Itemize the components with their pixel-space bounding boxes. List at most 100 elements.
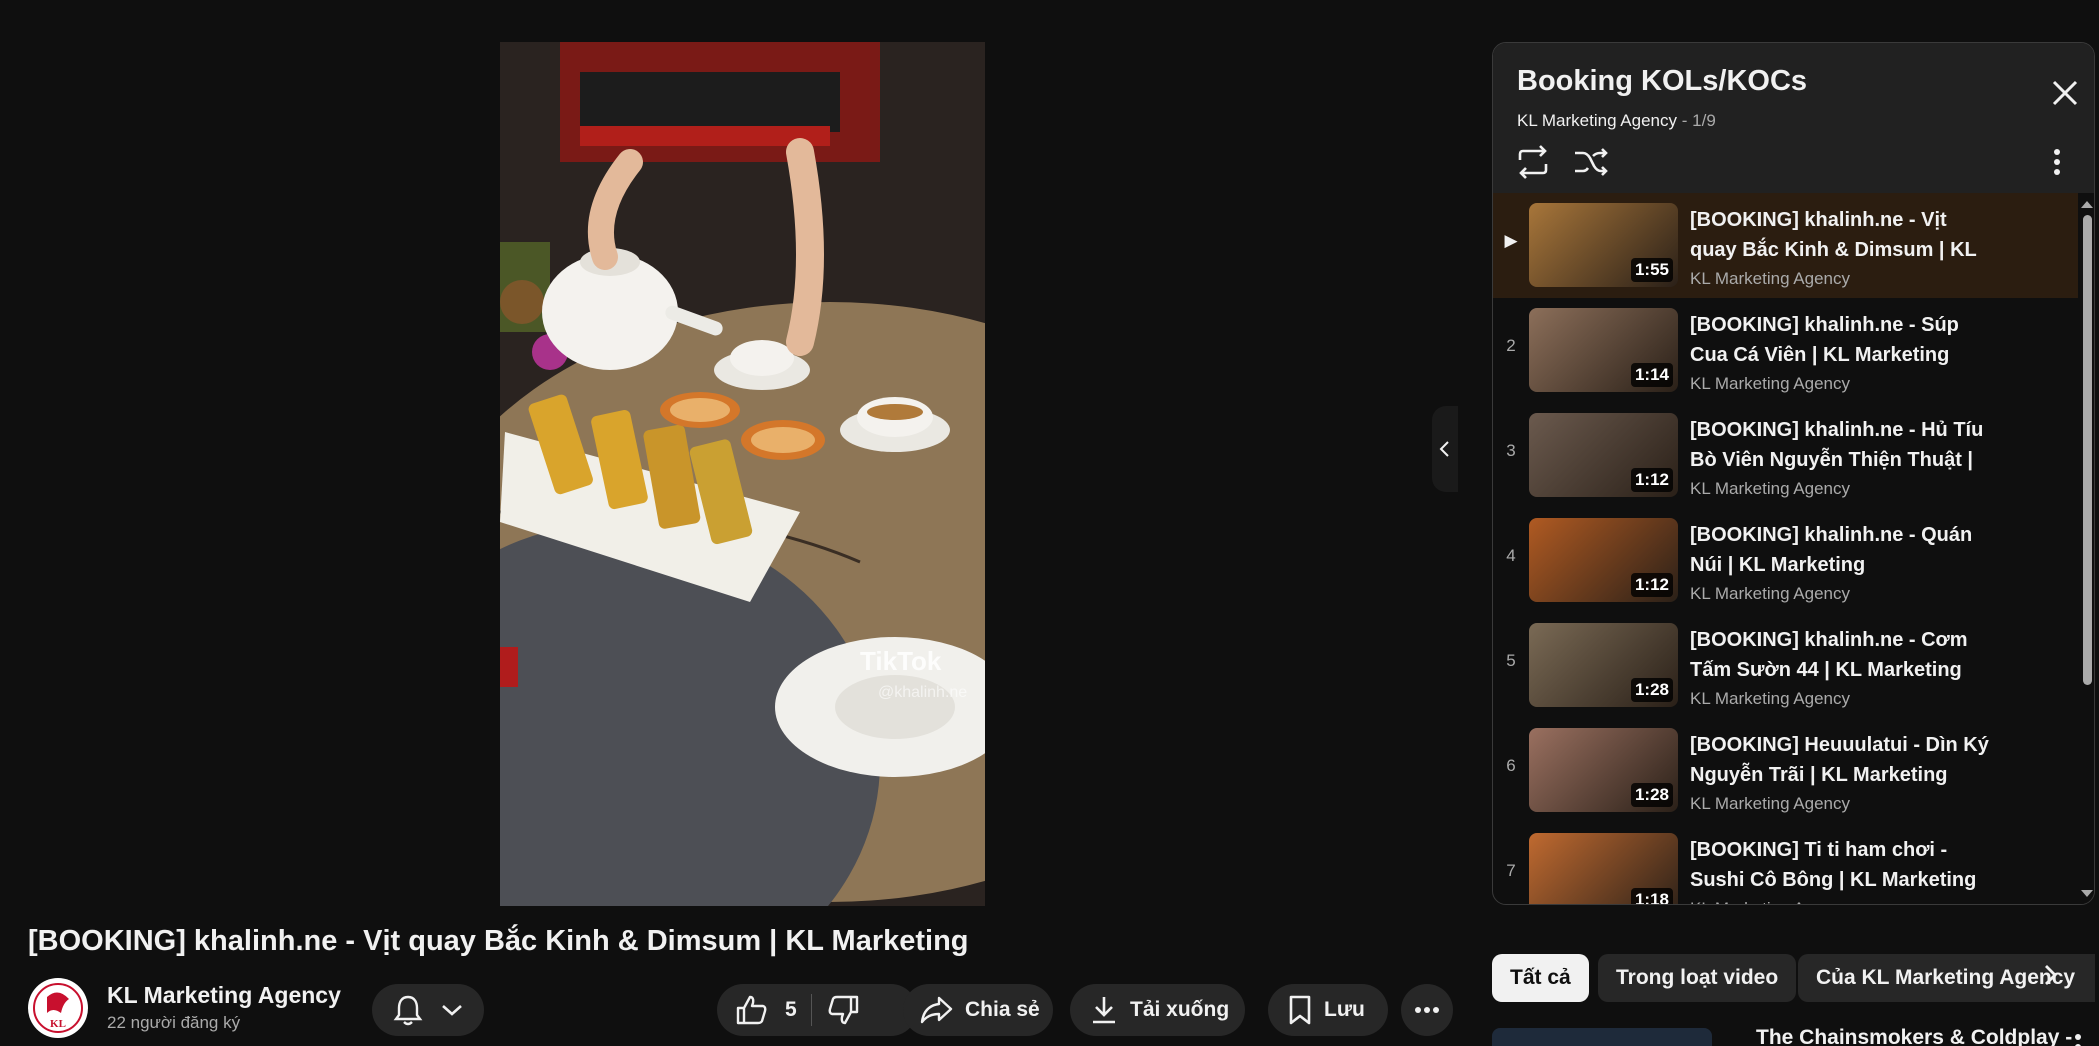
duration-badge: 1:18 (1630, 888, 1673, 904)
youtube-watch-page: TikTok @khalinh.ne [BOOKING] khalinh.ne … (0, 0, 2099, 1046)
playlist-item-title[interactable]: [BOOKING] khalinh.ne - Quán Núi | KL Mar… (1690, 520, 1990, 580)
duration-badge: 1:55 (1630, 258, 1673, 282)
playlist-position: 1/9 (1692, 111, 1716, 130)
related-video-thumbnail[interactable] (1492, 1028, 1712, 1046)
playlist-item-thumbnail[interactable]: 1:18 (1529, 833, 1678, 904)
more-horizontal-icon (1414, 1006, 1440, 1014)
download-icon (1090, 994, 1118, 1026)
bookmark-icon (1288, 994, 1312, 1026)
playlist-item[interactable]: 3 1:12 [BOOKING] khalinh.ne - Hủ Tíu Bò Vi… (1493, 403, 2078, 508)
playlist-item-title[interactable]: [BOOKING] khalinh.ne - Vịt quay Bắc Kinh… (1690, 205, 1990, 265)
playlist-item-title[interactable]: [BOOKING] khalinh.ne - Cơm Tấm Sườn 44 |… (1690, 625, 1990, 685)
channel-name[interactable]: KL Marketing Agency (107, 982, 341, 1009)
download-button[interactable]: Tải xuống (1070, 984, 1245, 1036)
playlist-item[interactable]: 5 1:28 [BOOKING] khalinh.ne - Cơm Tấm Sườn… (1493, 613, 2078, 718)
bell-icon (393, 994, 423, 1026)
playlist-item-thumbnail[interactable]: 1:28 (1529, 728, 1678, 812)
playlist-item[interactable]: 6 1:28 [BOOKING] Heuuulatui - Dìn Ký Nguyễ… (1493, 718, 2078, 823)
shuffle-button[interactable] (1573, 145, 1609, 184)
playlist-item-title[interactable]: [BOOKING] Ti ti ham chơi - Sushi Cô Bông… (1690, 835, 1990, 895)
duration-badge: 1:28 (1630, 783, 1673, 807)
like-divider (810, 994, 812, 1026)
chip-in-series[interactable]: Trong loạt video (1598, 954, 1797, 1002)
playlist-item-index: 3 (1506, 441, 1516, 460)
playlist-item-channel: KL Marketing Agency (1690, 794, 1851, 813)
playlist-header: Booking KOLs/KOCs KL Marketing Agency - … (1493, 43, 2094, 193)
playlist-item-index: 5 (1506, 651, 1516, 670)
more-vertical-icon[interactable] (2074, 1034, 2082, 1046)
playlist-item-channel: KL Marketing Agency (1690, 479, 1851, 498)
tiktok-handle: @khalinh.ne (878, 684, 968, 701)
duration-badge: 1:12 (1630, 573, 1673, 597)
video-player[interactable]: TikTok @khalinh.ne (0, 0, 1460, 910)
dislike-icon[interactable] (826, 994, 860, 1026)
video-title: [BOOKING] khalinh.ne - Vịt quay Bắc Kinh… (28, 925, 969, 957)
playlist-item-index: 6 (1506, 756, 1516, 775)
loop-playlist-button[interactable] (1515, 145, 1551, 184)
duration-badge: 1:12 (1630, 468, 1673, 492)
tiktok-watermark: TikTok (860, 646, 942, 676)
chevron-left-icon (1439, 441, 1449, 457)
save-button[interactable]: Lưu (1268, 984, 1388, 1036)
duration-badge: 1:28 (1630, 678, 1673, 702)
scroll-down-icon[interactable] (2080, 889, 2094, 899)
share-icon (919, 995, 953, 1025)
chip-all[interactable]: Tất cả (1492, 954, 1589, 1002)
svg-text:KL: KL (50, 1018, 66, 1030)
playlist-item-title[interactable]: [BOOKING] khalinh.ne - Súp Cua Cá Viên |… (1690, 310, 1990, 370)
more-actions-button[interactable] (1401, 984, 1453, 1036)
playlist-item-thumbnail[interactable]: 1:55 (1529, 203, 1678, 287)
collapse-panel-button[interactable] (1432, 406, 1458, 492)
like-dislike-group: 5 (717, 984, 917, 1036)
chevron-down-icon (441, 1003, 463, 1017)
playlist-item[interactable]: 4 1:12 [BOOKING] khalinh.ne - Quán Núi | K… (1493, 508, 2078, 613)
video-frame-image (500, 42, 985, 906)
duration-badge: 1:14 (1630, 363, 1673, 387)
notification-button[interactable] (372, 984, 484, 1036)
download-label: Tải xuống (1130, 998, 1230, 1021)
playlist-title[interactable]: Booking KOLs/KOCs (1517, 65, 1807, 98)
share-label: Chia sẻ (965, 998, 1040, 1021)
scrollbar-thumb[interactable] (2083, 215, 2092, 685)
share-button[interactable]: Chia sẻ (903, 984, 1053, 1036)
playlist-item-channel: KL Marketing Agency (1690, 374, 1851, 393)
playlist-item-title[interactable]: [BOOKING] Heuuulatui - Dìn Ký Nguyễn Trã… (1690, 730, 1990, 790)
more-vertical-icon (2054, 149, 2060, 175)
playlist-item-channel: KL Marketing Agency (1690, 584, 1851, 603)
related-video-title[interactable]: The Chainsmokers & Coldplay - (1756, 1028, 2072, 1046)
playlist-item-thumbnail[interactable]: 1:12 (1529, 413, 1678, 497)
related-video-item[interactable]: The Chainsmokers & Coldplay - (1492, 1028, 2095, 1046)
channel-avatar[interactable]: KL (28, 978, 88, 1038)
loop-icon (1518, 145, 1548, 179)
close-playlist-button[interactable] (2051, 79, 2079, 112)
playlist-item-channel: KL Marketing Agency (1690, 269, 1851, 288)
scroll-up-icon[interactable] (2080, 199, 2094, 209)
close-icon (2052, 80, 2078, 106)
playlist-separator: - (1681, 111, 1693, 130)
playlist-item[interactable]: 7 1:18 [BOOKING] Ti ti ham chơi - Sushi Cô… (1493, 823, 2078, 904)
related-filter-chips: Tất cả Trong loạt video Của KL Marketing… (1492, 954, 2095, 1002)
playlist-item-channel: KL Marketing Agency (1690, 689, 1851, 708)
playlist-more-button[interactable] (2053, 149, 2061, 180)
playlist-item-index: 4 (1506, 546, 1516, 565)
channel-logo-icon: KL (33, 983, 83, 1033)
playlist-item-title[interactable]: [BOOKING] khalinh.ne - Hủ Tíu Bò Viên Ng… (1690, 415, 1990, 475)
playlist-scrollbar[interactable] (2078, 193, 2094, 904)
playlist-item-thumbnail[interactable]: 1:14 (1529, 308, 1678, 392)
playlist-item[interactable]: ▶ 1:55 [BOOKING] khalinh.ne - Vịt quay Bắc… (1493, 193, 2078, 298)
playlist-item-index: 2 (1506, 336, 1516, 355)
playlist-item-index: ▶ (1504, 231, 1518, 250)
playlist-owner[interactable]: KL Marketing Agency (1517, 111, 1677, 130)
video-frame[interactable]: TikTok @khalinh.ne (500, 42, 985, 906)
like-icon[interactable] (735, 994, 769, 1026)
like-count: 5 (785, 998, 797, 1021)
playlist-item[interactable]: 2 1:14 [BOOKING] khalinh.ne - Súp Cua Cá V… (1493, 298, 2078, 403)
playlist-item-thumbnail[interactable]: 1:28 (1529, 623, 1678, 707)
chevron-right-icon (2045, 965, 2057, 985)
playlist-item-index: 7 (1506, 861, 1516, 880)
chips-next-button[interactable] (2040, 958, 2062, 997)
playlist-subtitle: KL Marketing Agency - 1/9 (1517, 111, 1716, 131)
save-label: Lưu (1324, 998, 1365, 1021)
owner-row: KL KL Marketing Agency 22 người đăng ký (28, 978, 1458, 1038)
playlist-item-thumbnail[interactable]: 1:12 (1529, 518, 1678, 602)
